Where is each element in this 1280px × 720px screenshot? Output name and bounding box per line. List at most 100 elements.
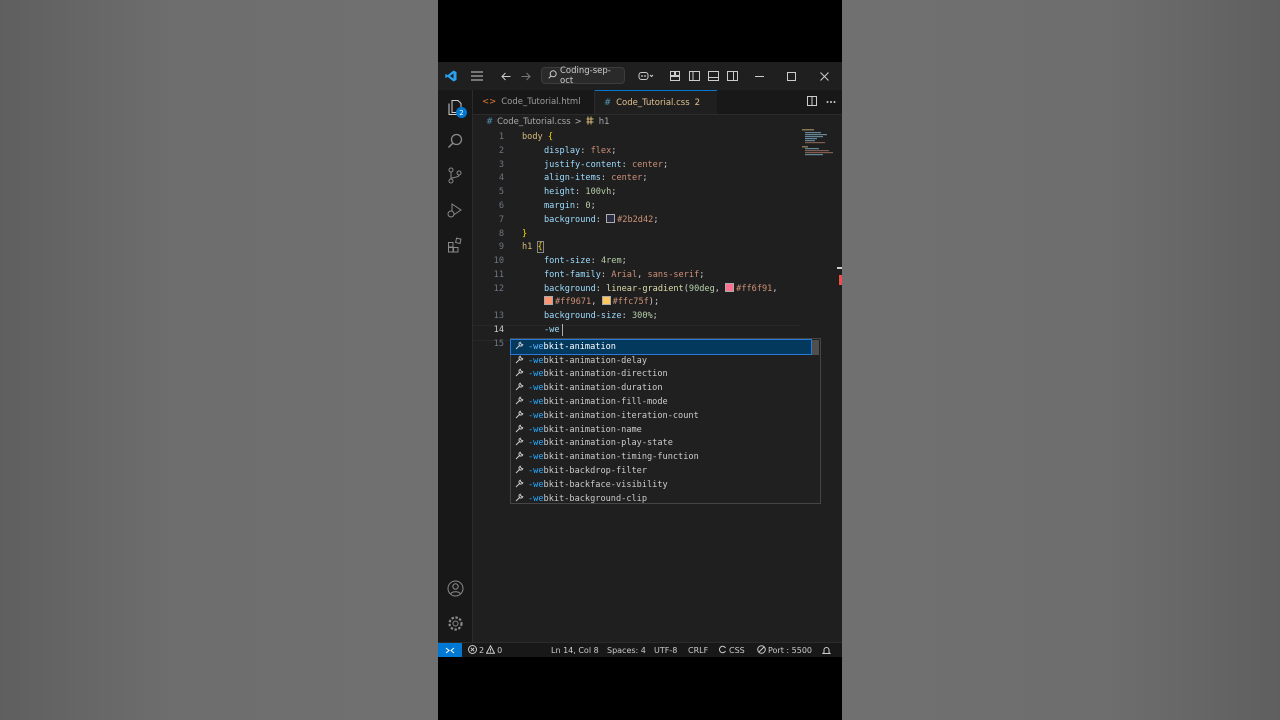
remote-icon[interactable]	[438, 643, 462, 657]
indentation[interactable]: Spaces: 4	[607, 643, 646, 657]
extensions-icon[interactable]	[438, 230, 472, 260]
encoding[interactable]: UTF-8	[654, 643, 677, 657]
command-center-search[interactable]: Coding-sep-oct	[541, 66, 625, 86]
text-cursor	[562, 324, 563, 336]
live-server-port[interactable]: Port : 5500	[757, 643, 812, 657]
wrench-icon	[515, 493, 524, 505]
settings-gear-icon[interactable]	[438, 608, 472, 638]
explorer-icon[interactable]: 2	[438, 92, 472, 122]
suggestion-item[interactable]: -webkit-animation-fill-mode	[511, 395, 811, 409]
code-line: background-size: 300%;	[544, 311, 658, 321]
search-icon	[548, 69, 557, 82]
code-line: font-family: Arial, sans-serif;	[544, 270, 705, 280]
braces-icon	[718, 645, 727, 656]
suggestion-label: bkit-animation-direction	[543, 369, 668, 380]
tab-code-tutorial-css[interactable]: # Code_Tutorial.css 2	[595, 90, 717, 114]
breadcrumb-file[interactable]: Code_Tutorial.css	[497, 117, 571, 127]
suggestion-label: bkit-animation-duration	[543, 383, 663, 394]
css-property: background	[544, 215, 596, 225]
css-value: flex	[590, 146, 612, 156]
suggestion-item[interactable]: -webkit-animation-timing-function	[511, 450, 811, 464]
customize-layout-icon[interactable]	[668, 62, 682, 90]
line-number: 13	[493, 311, 504, 321]
suggestion-item[interactable]: -webkit-animation-iteration-count	[511, 409, 811, 423]
suggestion-label: bkit-animation-fill-mode	[543, 397, 668, 408]
source-control-icon[interactable]	[438, 160, 472, 190]
css-property: margin	[544, 201, 576, 211]
css-selector: body	[522, 132, 543, 142]
minimize-icon[interactable]	[751, 62, 767, 90]
breadcrumb-symbol[interactable]: h1	[599, 117, 610, 127]
toggle-panel-icon[interactable]	[706, 62, 720, 90]
code-line: body {	[522, 130, 553, 144]
suggestion-label: bkit-animation-name	[543, 424, 642, 435]
problems-indicator[interactable]: 2 0	[468, 643, 502, 657]
line-number: 7	[498, 215, 504, 225]
forward-arrow-icon[interactable]	[518, 62, 534, 90]
tab-code-tutorial-html[interactable]: <> Code_Tutorial.html	[473, 90, 595, 114]
warning-count: 0	[497, 645, 503, 655]
color-swatch[interactable]	[606, 214, 616, 223]
breadcrumb-separator: >	[574, 117, 582, 127]
css-property: font-size	[544, 256, 591, 266]
suggestion-label: bkit-animation-iteration-count	[543, 410, 699, 421]
css-file-icon: #	[604, 97, 612, 108]
color-swatch[interactable]	[725, 283, 735, 292]
suggestions-scrollbar[interactable]	[812, 340, 819, 355]
css-value: 100vh	[585, 187, 612, 197]
css-value: sans-serif	[647, 270, 700, 280]
suggestion-item[interactable]: -webkit-backface-visibility	[511, 478, 811, 492]
suggestion-item[interactable]: -webkit-animation-name	[511, 423, 811, 437]
split-editor-icon[interactable]	[807, 95, 817, 109]
language-mode[interactable]: CSS	[718, 643, 745, 657]
line-number: 3	[498, 160, 504, 170]
suggestion-item[interactable]: -webkit-animation-delay	[511, 354, 811, 368]
maximize-icon[interactable]	[783, 62, 799, 90]
code-line: background: #2b2d42;	[544, 214, 659, 225]
suggestion-match: -we	[528, 341, 544, 352]
suggestion-match: -we	[528, 466, 544, 477]
css-file-icon: #	[486, 117, 494, 127]
port-label: Port : 5500	[768, 645, 812, 655]
line-number: 6	[498, 201, 504, 211]
code-line: background: linear-gradient(90deg, #ff6f…	[544, 283, 778, 294]
minimap[interactable]	[802, 129, 834, 159]
end-of-line[interactable]: CRLF	[688, 643, 708, 657]
suggestion-item[interactable]: -webkit-animation-duration	[511, 381, 811, 395]
close-icon[interactable]	[816, 62, 832, 90]
bell-icon[interactable]	[822, 643, 831, 657]
wrench-icon	[515, 355, 524, 367]
account-icon[interactable]	[438, 573, 472, 603]
wrench-icon	[515, 368, 524, 380]
search-view-icon[interactable]	[438, 126, 472, 156]
color-swatch[interactable]	[544, 296, 553, 305]
suggestion-item[interactable]: -webkit-animation	[510, 339, 812, 355]
more-icon[interactable]	[826, 97, 836, 107]
wrench-icon	[515, 410, 524, 422]
color-swatch[interactable]	[601, 296, 611, 305]
suggestion-label: bkit-backface-visibility	[543, 479, 668, 490]
code-line: }	[522, 227, 527, 241]
error-count: 2	[479, 645, 485, 655]
suggestion-item[interactable]: -webkit-backdrop-filter	[511, 464, 811, 478]
css-property: background	[544, 284, 596, 294]
run-debug-icon[interactable]	[438, 195, 472, 225]
autocomplete-suggestions: -webkit-animation -webkit-animation-delay…	[510, 338, 821, 504]
copilot-icon[interactable]	[635, 62, 657, 90]
toggle-secondary-sidebar-icon[interactable]	[725, 62, 739, 90]
explorer-badge: 2	[456, 107, 467, 118]
css-value: center	[631, 160, 664, 170]
suggestion-item[interactable]: -webkit-animation-direction	[511, 368, 811, 382]
menu-icon[interactable]	[467, 62, 487, 90]
line-number: 15	[493, 339, 504, 349]
back-arrow-icon[interactable]	[498, 62, 514, 90]
css-value: #ff6f91	[736, 284, 773, 294]
language-label: CSS	[729, 645, 745, 655]
code-line: margin: 0;	[544, 201, 596, 211]
suggestion-item[interactable]: -webkit-animation-play-state	[511, 437, 811, 451]
suggestion-match: -we	[528, 383, 544, 394]
tab-actions	[807, 90, 836, 114]
toggle-primary-sidebar-icon[interactable]	[687, 62, 701, 90]
cursor-position[interactable]: Ln 14, Col 8	[551, 643, 599, 657]
suggestion-item[interactable]: -webkit-background-clip	[511, 492, 811, 506]
